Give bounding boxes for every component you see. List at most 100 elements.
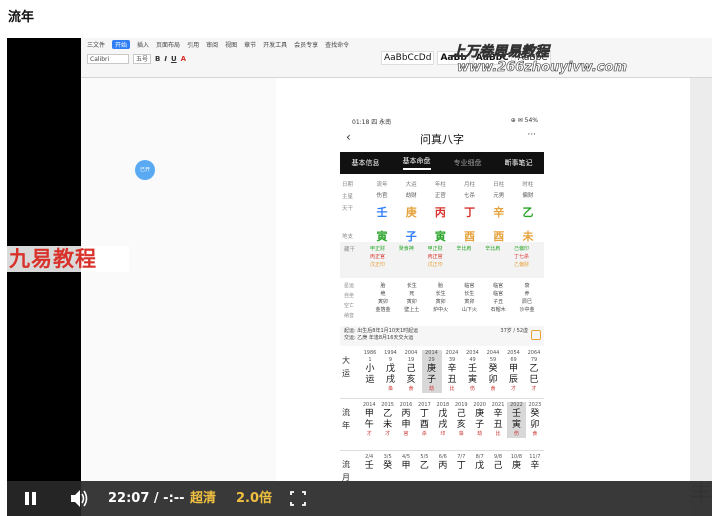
ribbon-tab[interactable]: 查找命令 <box>325 40 349 49</box>
font-color-button[interactable]: A <box>181 55 186 63</box>
app-tab[interactable]: 断事笔记 <box>505 158 533 168</box>
luck-tag: 枭 <box>458 431 464 437</box>
luck-cell[interactable]: 6/6 丙 <box>434 454 452 472</box>
age-label: 37岁 / 52虚 <box>500 328 528 334</box>
luck-year: 2018 <box>436 402 450 408</box>
luck-branch: 子 <box>426 375 436 385</box>
pause-icon <box>32 492 36 505</box>
luck-cell[interactable]: 9/8 己 <box>489 454 507 472</box>
luck-cell[interactable]: 2023 癸卯食 <box>526 402 544 438</box>
calendar-icon[interactable] <box>531 330 541 340</box>
luck-cell[interactable]: 1994 9 戊戌枭 <box>381 350 401 393</box>
luck-cell[interactable]: 2014 甲午才 <box>360 402 378 438</box>
floating-assistant-button[interactable]: 已开 <box>135 160 155 180</box>
luck-stem: 甲 <box>508 364 518 374</box>
luck-stem: 丁 <box>419 409 429 419</box>
italic-button[interactable]: I <box>164 55 167 63</box>
birth-line-2: 交运: 乙庚 年逢8月16天交大运 <box>344 335 414 341</box>
app-tab[interactable]: 专业细盘 <box>454 158 482 168</box>
luck-cell[interactable]: 2024 39 辛丑比 <box>442 350 462 393</box>
info-cell: 寅卯 <box>464 299 475 305</box>
time-display: 22:07 / -:-- <box>108 491 185 506</box>
luck-cell[interactable]: 10/8 庚 <box>507 454 525 472</box>
ribbon-tab[interactable]: 插入 <box>137 40 149 49</box>
luck-cell[interactable]: 2020 庚子劫 <box>470 402 488 438</box>
luck-cell[interactable]: 2044 59 癸卯食 <box>483 350 503 393</box>
luck-year: 1986 <box>363 350 377 356</box>
luck-cell[interactable]: 8/7 戊 <box>470 454 488 472</box>
row-cells: 1986 1 小运 1994 9 戊戌枭 2004 19 己亥食 2014 29 庚子劫 2024 39 辛… <box>360 350 544 393</box>
luck-cell[interactable]: 2054 69 甲辰才 <box>504 350 524 393</box>
style-normal[interactable]: AaBbCcDd <box>381 51 435 65</box>
ribbon-tab[interactable]: 引用 <box>187 40 199 49</box>
fullscreen-icon <box>290 491 306 506</box>
luck-year: 9/8 <box>494 454 503 460</box>
font-name-select[interactable]: Calibri <box>87 54 129 64</box>
luck-year: 2020 <box>473 402 486 408</box>
luck-stem: 小 <box>365 364 375 374</box>
luck-cell[interactable]: 7/7 丁 <box>452 454 470 472</box>
ribbon-tab[interactable]: 页面布局 <box>156 40 180 49</box>
row-side-char: 年 <box>342 421 350 430</box>
ribbon-tab[interactable]: 开始 <box>112 40 131 49</box>
ribbon-tab[interactable]: 审阅 <box>206 40 218 49</box>
luck-cell[interactable]: 2034 49 壬寅伤 <box>463 350 483 393</box>
pillar-column[interactable]: 大运 劫财庚子 <box>399 180 423 244</box>
info-cell: 临官 <box>493 283 504 289</box>
ribbon-tab[interactable]: 视图 <box>225 40 237 49</box>
luck-cell[interactable]: 2016 丙申官 <box>397 402 415 438</box>
pillar-column[interactable]: 年柱 正官丙寅 <box>428 180 452 244</box>
pillar-column[interactable]: 月柱 七杀丁酉 <box>458 180 482 244</box>
app-tab[interactable]: 基本命盘 <box>402 156 431 170</box>
app-tab[interactable]: 基本信息 <box>352 158 380 168</box>
more-icon[interactable]: ··· <box>527 130 536 140</box>
info-label: 纳音 <box>344 313 355 319</box>
video-player[interactable]: 三文件 开始 插入 页面布局 引用 审阅 视图 章节 开发工具 会员专享 查找命令 Calibri … <box>7 38 712 516</box>
luck-cell[interactable]: 11/7 辛 <box>526 454 544 472</box>
luck-cell[interactable]: 2/4 壬 <box>360 454 378 472</box>
pause-button[interactable] <box>21 481 41 516</box>
luck-cell[interactable]: 4/5 甲 <box>397 454 415 472</box>
hidden-stem-cell: 己偏印 丁七杀 乙偏财 <box>514 245 540 269</box>
luck-cell[interactable]: 5/5 乙 <box>415 454 433 472</box>
luck-year: 2004 <box>404 350 418 356</box>
pillar-column[interactable]: 时柱 偏财乙未 <box>516 180 540 244</box>
luck-cell[interactable]: 1986 1 小运 <box>360 350 380 393</box>
luck-tag: 食 <box>490 386 496 392</box>
luck-cell[interactable]: 2022 壬寅伤 <box>507 402 526 438</box>
pillar-column[interactable]: 日柱 元男辛酉 <box>487 180 511 244</box>
volume-button[interactable] <box>69 481 89 516</box>
pillar-god: 偏财 <box>522 193 534 199</box>
pillar-stem: 乙 <box>522 206 534 219</box>
luck-cell[interactable]: 2014 29 庚子劫 <box>421 350 442 393</box>
bold-button[interactable]: B <box>155 55 160 63</box>
fullscreen-button[interactable] <box>290 481 306 516</box>
luck-cell[interactable]: 2064 79 乙巳才 <box>524 350 544 393</box>
luck-cell[interactable]: 2017 丁酉杀 <box>415 402 433 438</box>
speed-button[interactable]: 2.0倍 <box>236 481 272 516</box>
luck-stem: 丙 <box>438 461 448 471</box>
luck-cell[interactable]: 2004 19 己亥食 <box>401 350 421 393</box>
ribbon-tab[interactable]: 开发工具 <box>263 40 287 49</box>
luck-cell[interactable]: 2018 戊戌印 <box>434 402 452 438</box>
status-icons: ⊕ ✉ 54% <box>510 117 538 124</box>
luck-cell[interactable]: 2019 己亥枭 <box>452 402 470 438</box>
underline-button[interactable]: U <box>171 55 177 63</box>
luck-cell[interactable]: 2021 辛丑比 <box>489 402 507 438</box>
ribbon-tab[interactable]: 会员专享 <box>294 40 318 49</box>
luck-year: 2017 <box>418 402 431 408</box>
luck-year: 2019 <box>454 402 468 408</box>
video-black-bar <box>7 38 81 516</box>
info-cell: 寅卯 <box>406 299 417 305</box>
pillar-column[interactable]: 流年 伤官壬寅 <box>370 180 394 244</box>
luck-cell[interactable]: 3/5 癸 <box>378 454 396 472</box>
luck-cell[interactable]: 2015 乙未才 <box>378 402 396 438</box>
hidden-stem: 丙正官 <box>370 254 386 260</box>
pillar-stem: 庚 <box>405 206 417 219</box>
info-column: 临官 临官 子丑 石榴木 <box>485 282 511 314</box>
pillar-row-label: 地支 <box>342 234 354 240</box>
font-size-select[interactable]: 五号 <box>133 54 151 64</box>
quality-button[interactable]: 超清 <box>190 481 216 516</box>
ribbon-tab[interactable]: 章节 <box>244 40 256 49</box>
ribbon-tab[interactable]: 三文件 <box>87 40 105 49</box>
